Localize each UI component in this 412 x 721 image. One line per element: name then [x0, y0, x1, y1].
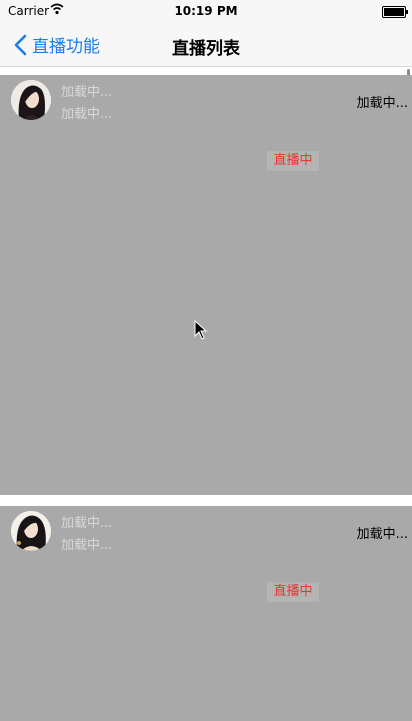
clock-time: 10:19 PM	[174, 4, 238, 18]
anchor-name: 加载中...	[61, 516, 113, 531]
battery-icon	[382, 6, 408, 18]
live-list-item[interactable]: 加载中... 加载中... 加载中... 直播中	[0, 75, 412, 495]
anchor-city: 加载中...	[61, 107, 113, 122]
live-status-badge: 直播中	[267, 582, 319, 602]
status-bar: Carrier 10:19 PM	[0, 0, 412, 22]
live-list-item[interactable]: 加载中... 加载中... 加载中... 直播中	[0, 506, 412, 721]
viewer-count: 加载中...	[356, 527, 408, 542]
live-list[interactable]: 加载中... 加载中... 加载中... 直播中 加载中... 加载中... 加…	[0, 67, 412, 721]
viewer-count: 加载中...	[356, 96, 408, 111]
mouse-cursor-icon	[194, 320, 208, 340]
anchor-name: 加载中...	[61, 85, 113, 100]
live-status-badge: 直播中	[267, 151, 319, 171]
anchor-city: 加载中...	[61, 538, 113, 553]
navigation-bar: 直播功能 直播列表	[0, 22, 412, 67]
page-title: 直播列表	[172, 39, 240, 59]
anchor-avatar	[11, 80, 51, 120]
anchor-avatar	[11, 511, 51, 551]
